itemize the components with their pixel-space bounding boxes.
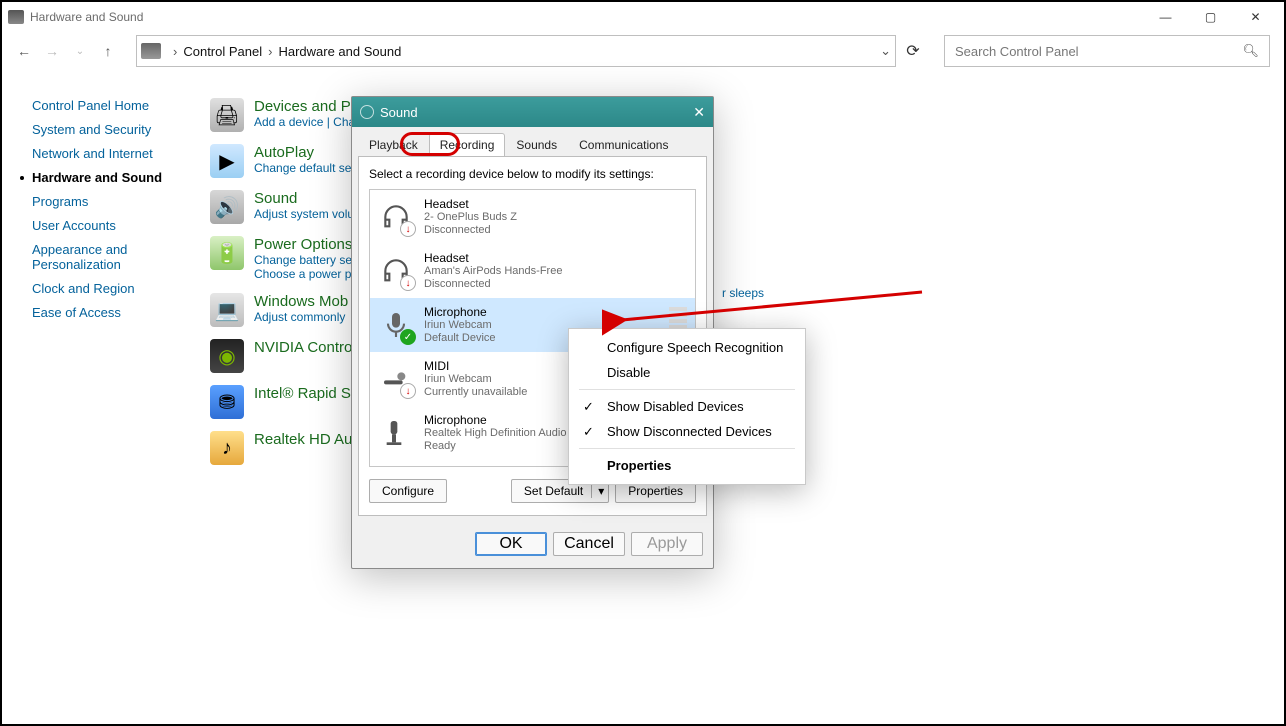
sound-dialog-title-bar: Sound ✕ <box>352 97 713 127</box>
search-placeholder: Search Control Panel <box>955 44 1079 59</box>
search-input[interactable]: Search Control Panel 🔍︎ <box>944 35 1270 67</box>
location-icon <box>141 43 161 59</box>
sidebar-item-programs[interactable]: Programs <box>32 194 182 209</box>
sidebar-item-appearance[interactable]: Appearance and Personalization <box>32 242 182 272</box>
microphone-icon: ✓ <box>378 305 414 345</box>
sidebar-item-hardware-sound[interactable]: Hardware and Sound <box>32 170 182 185</box>
refresh-button[interactable]: ⟳ <box>896 35 930 67</box>
power-icon: 🔋 <box>210 236 244 270</box>
configure-button[interactable]: Configure <box>369 479 447 503</box>
intel-icon: ⛃ <box>210 385 244 419</box>
autoplay-icon: ▶ <box>210 144 244 178</box>
sidebar-item-network[interactable]: Network and Internet <box>32 146 182 161</box>
context-menu: Configure Speech Recognition Disable Sho… <box>568 328 806 485</box>
sidebar-item-system-security[interactable]: System and Security <box>32 122 182 137</box>
menu-properties[interactable]: Properties <box>569 453 805 478</box>
apply-button[interactable]: Apply <box>631 532 703 556</box>
chevron-right-icon: › <box>173 44 177 59</box>
menu-separator <box>579 389 795 390</box>
forward-button[interactable]: → <box>38 37 66 65</box>
tab-communications[interactable]: Communications <box>568 133 679 156</box>
breadcrumb-current[interactable]: Hardware and Sound <box>278 44 401 59</box>
sound-dialog-title: Sound <box>380 105 418 120</box>
menu-disable[interactable]: Disable <box>569 360 805 385</box>
ok-button[interactable]: OK <box>475 532 547 556</box>
sidebar: Control Panel Home System and Security N… <box>2 98 182 477</box>
chevron-right-icon: › <box>268 44 272 59</box>
mobility-icon: 💻 <box>210 293 244 327</box>
breadcrumb-root[interactable]: Control Panel <box>183 44 262 59</box>
device-row[interactable]: ↓ HeadsetAman's AirPods Hands-FreeDiscon… <box>370 244 695 298</box>
menu-separator <box>579 448 795 449</box>
sound-icon: 🔊 <box>210 190 244 224</box>
control-panel-home[interactable]: Control Panel Home <box>32 98 182 113</box>
menu-configure-speech[interactable]: Configure Speech Recognition <box>569 335 805 360</box>
menu-show-disabled[interactable]: Show Disabled Devices <box>569 394 805 419</box>
microphone-icon <box>378 413 414 453</box>
close-button[interactable]: ✕ <box>1233 2 1278 32</box>
title-bar: Hardware and Sound — ▢ ✕ <box>2 2 1284 32</box>
back-button[interactable]: ← <box>10 37 38 65</box>
minimize-button[interactable]: — <box>1143 2 1188 32</box>
devices-icon: 🖨 <box>210 98 244 132</box>
sidebar-item-ease-access[interactable]: Ease of Access <box>32 305 182 320</box>
chevron-down-icon[interactable]: ▾ <box>591 484 604 498</box>
midi-icon: ↓ <box>378 359 414 399</box>
menu-show-disconnected[interactable]: Show Disconnected Devices <box>569 419 805 444</box>
partial-text: r sleeps <box>722 286 764 300</box>
up-button[interactable]: ↑ <box>94 37 122 65</box>
close-icon[interactable]: ✕ <box>693 104 705 121</box>
cancel-button[interactable]: Cancel <box>553 532 625 556</box>
app-icon <box>8 10 24 24</box>
search-icon: 🔍︎ <box>1242 43 1259 59</box>
tab-sounds[interactable]: Sounds <box>505 133 568 156</box>
nvidia-icon: ◉ <box>210 339 244 373</box>
sound-tabs: Playback Recording Sounds Communications <box>352 127 713 156</box>
address-bar[interactable]: › Control Panel › Hardware and Sound ⌄ <box>136 35 896 67</box>
nav-bar: ← → ⌄ ↑ › Control Panel › Hardware and S… <box>2 32 1284 70</box>
headset-icon: ↓ <box>378 197 414 237</box>
instruction-text: Select a recording device below to modif… <box>369 167 696 181</box>
device-row[interactable]: ↓ Headset2- OnePlus Buds ZDisconnected <box>370 190 695 244</box>
sidebar-item-user-accounts[interactable]: User Accounts <box>32 218 182 233</box>
speaker-icon <box>360 105 374 119</box>
tab-recording[interactable]: Recording <box>429 133 506 156</box>
chevron-down-icon[interactable]: ⌄ <box>880 43 891 59</box>
headset-icon: ↓ <box>378 251 414 291</box>
window-title: Hardware and Sound <box>30 10 143 24</box>
realtek-icon: ♪ <box>210 431 244 465</box>
sidebar-item-clock-region[interactable]: Clock and Region <box>32 281 182 296</box>
recent-dropdown[interactable]: ⌄ <box>66 37 94 65</box>
maximize-button[interactable]: ▢ <box>1188 2 1233 32</box>
tab-playback[interactable]: Playback <box>358 133 429 156</box>
